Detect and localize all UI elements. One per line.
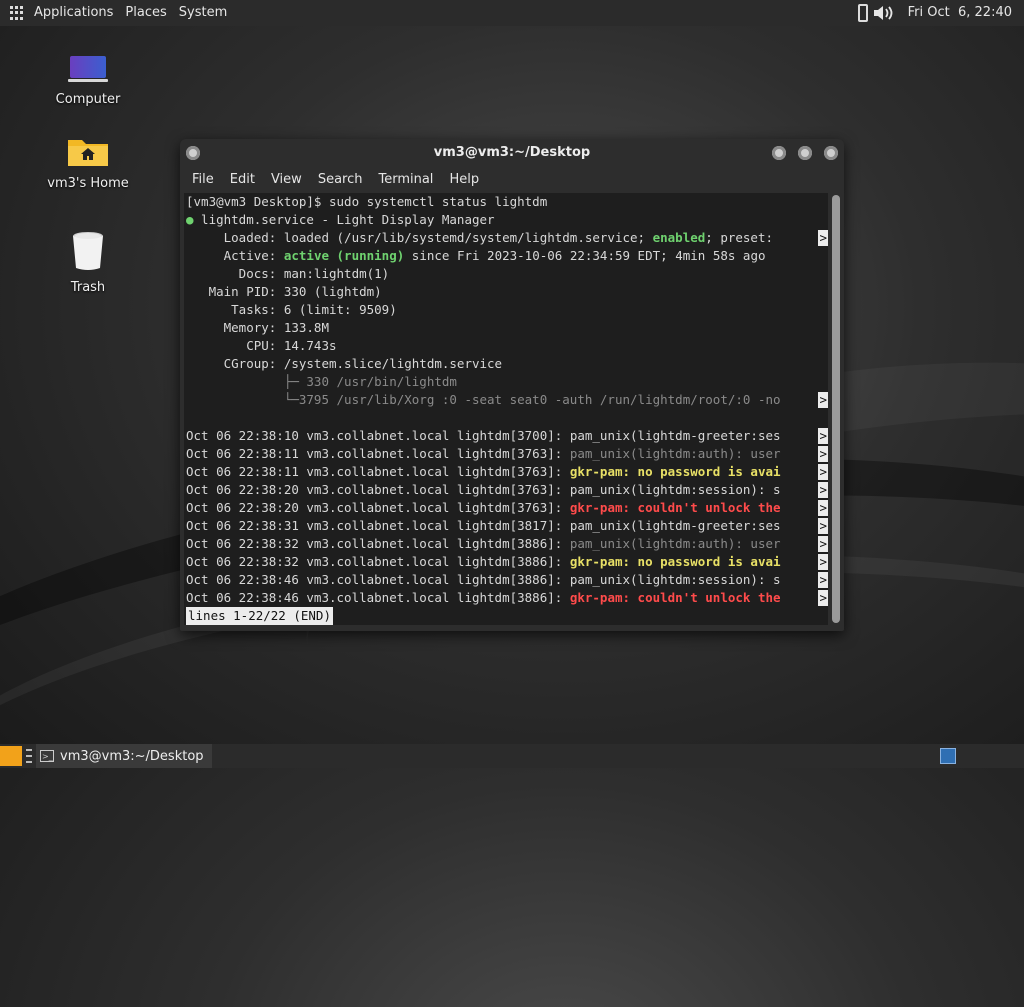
window-titlebar[interactable]: vm3@vm3:~/Desktop (180, 139, 844, 167)
terminal-line: CPU: 14.743s (186, 338, 337, 353)
truncation-marker: > (818, 428, 828, 444)
terminal-line: CGroup: /system.slice/lightdm.service (186, 356, 503, 371)
menu-file[interactable]: File (184, 172, 222, 187)
log-line: Oct 06 22:38:46 vm3.collabnet.local ligh… (186, 572, 828, 588)
workspace-switcher[interactable] (940, 748, 956, 764)
top-panel: Applications Places System Fri Oct 6, 22… (0, 0, 1024, 26)
home-folder-icon (68, 140, 108, 166)
terminal-line: [vm3@vm3 Desktop]$ sudo systemctl status… (186, 194, 548, 209)
menu-terminal[interactable]: Terminal (370, 172, 441, 187)
log-line: Oct 06 22:38:11 vm3.collabnet.local ligh… (186, 464, 828, 480)
truncation-marker: > (818, 230, 828, 246)
truncation-marker: > (818, 554, 828, 570)
terminal-line: ├─ 330 /usr/bin/lightdm (186, 374, 457, 389)
truncation-marker: > (818, 500, 828, 516)
terminal-window[interactable]: vm3@vm3:~/Desktop File Edit View Search … (180, 139, 844, 631)
minimize-button[interactable] (772, 146, 786, 160)
log-line: Oct 06 22:38:10 vm3.collabnet.local ligh… (186, 428, 828, 444)
log-line: Oct 06 22:38:20 vm3.collabnet.local ligh… (186, 500, 828, 516)
pager-status: lines 1-22/22 (END) (186, 607, 333, 625)
maximize-button[interactable] (798, 146, 812, 160)
truncation-marker: > (818, 572, 828, 588)
terminal-line: Main PID: 330 (lightdm) (186, 284, 382, 299)
truncation-marker: > (818, 482, 828, 498)
status-dot-icon: ● (186, 212, 194, 227)
terminal-line: Active: active (running) since Fri 2023-… (186, 248, 766, 263)
taskbar-item-label: vm3@vm3:~/Desktop (60, 748, 204, 764)
taskbar-item-terminal[interactable]: >_ vm3@vm3:~/Desktop (36, 744, 212, 768)
menu-help[interactable]: Help (441, 172, 487, 187)
menu-edit[interactable]: Edit (222, 172, 263, 187)
terminal-scrollbar[interactable] (832, 195, 840, 623)
log-line: Oct 06 22:38:20 vm3.collabnet.local ligh… (186, 482, 828, 498)
log-line: Oct 06 22:38:31 vm3.collabnet.local ligh… (186, 518, 828, 534)
truncation-marker: > (818, 536, 828, 552)
log-line: Oct 06 22:38:46 vm3.collabnet.local ligh… (186, 590, 828, 606)
desktop-icon-computer[interactable]: Computer (43, 54, 133, 107)
volume-icon[interactable] (872, 3, 894, 23)
truncation-marker: > (818, 518, 828, 534)
desktop-icon-label: vm3's Home (47, 176, 129, 191)
desktop-icon-label: Computer (55, 92, 121, 107)
trash-icon (73, 232, 103, 270)
scrollbar-thumb[interactable] (832, 195, 840, 623)
window-menu-icon[interactable] (186, 146, 200, 160)
desktop-icon-trash[interactable]: Trash (43, 228, 133, 295)
truncation-marker: > (818, 446, 828, 462)
terminal-line: Docs: man:lightdm(1) (186, 266, 390, 281)
bottom-panel: >_ vm3@vm3:~/Desktop (0, 744, 1024, 768)
truncation-marker: > (818, 464, 828, 480)
desktop-icon-label: Trash (70, 280, 106, 295)
applications-grid-icon[interactable] (10, 6, 24, 20)
terminal-line: └─3795 /usr/lib/Xorg :0 -seat seat0 -aut… (186, 392, 828, 408)
log-line: Oct 06 22:38:11 vm3.collabnet.local ligh… (186, 446, 828, 462)
terminal-line: Memory: 133.8M (186, 320, 329, 335)
terminal-icon: >_ (40, 750, 54, 762)
window-title: vm3@vm3:~/Desktop (433, 145, 591, 160)
terminal-line: Loaded: loaded (/usr/lib/systemd/system/… (186, 230, 828, 246)
menubar: File Edit View Search Terminal Help (180, 167, 844, 191)
pager-status-line: lines 1-22/22 (END) (184, 607, 828, 625)
keyboard-layout-icon[interactable] (857, 4, 868, 22)
clock[interactable]: Fri Oct 6, 22:40 (902, 0, 1018, 26)
truncation-marker: > (818, 590, 828, 606)
desktop-icon-home[interactable]: vm3's Home (43, 134, 133, 191)
panel-grip-icon[interactable] (26, 749, 32, 763)
truncation-marker: > (818, 392, 828, 408)
applications-menu[interactable]: Applications (28, 0, 119, 26)
terminal-output[interactable]: [vm3@vm3 Desktop]$ sudo systemctl status… (184, 193, 828, 625)
close-button[interactable] (824, 146, 838, 160)
system-menu[interactable]: System (173, 0, 233, 26)
places-menu[interactable]: Places (119, 0, 172, 26)
menu-view[interactable]: View (263, 172, 310, 187)
log-line: Oct 06 22:38:32 vm3.collabnet.local ligh… (186, 536, 828, 552)
show-desktop-button[interactable] (0, 746, 22, 766)
computer-icon (68, 56, 108, 82)
log-line: Oct 06 22:38:32 vm3.collabnet.local ligh… (186, 554, 828, 570)
terminal-line: ● lightdm.service - Light Display Manage… (186, 212, 495, 227)
terminal-line: Tasks: 6 (limit: 9509) (186, 302, 397, 317)
menu-search[interactable]: Search (310, 172, 371, 187)
